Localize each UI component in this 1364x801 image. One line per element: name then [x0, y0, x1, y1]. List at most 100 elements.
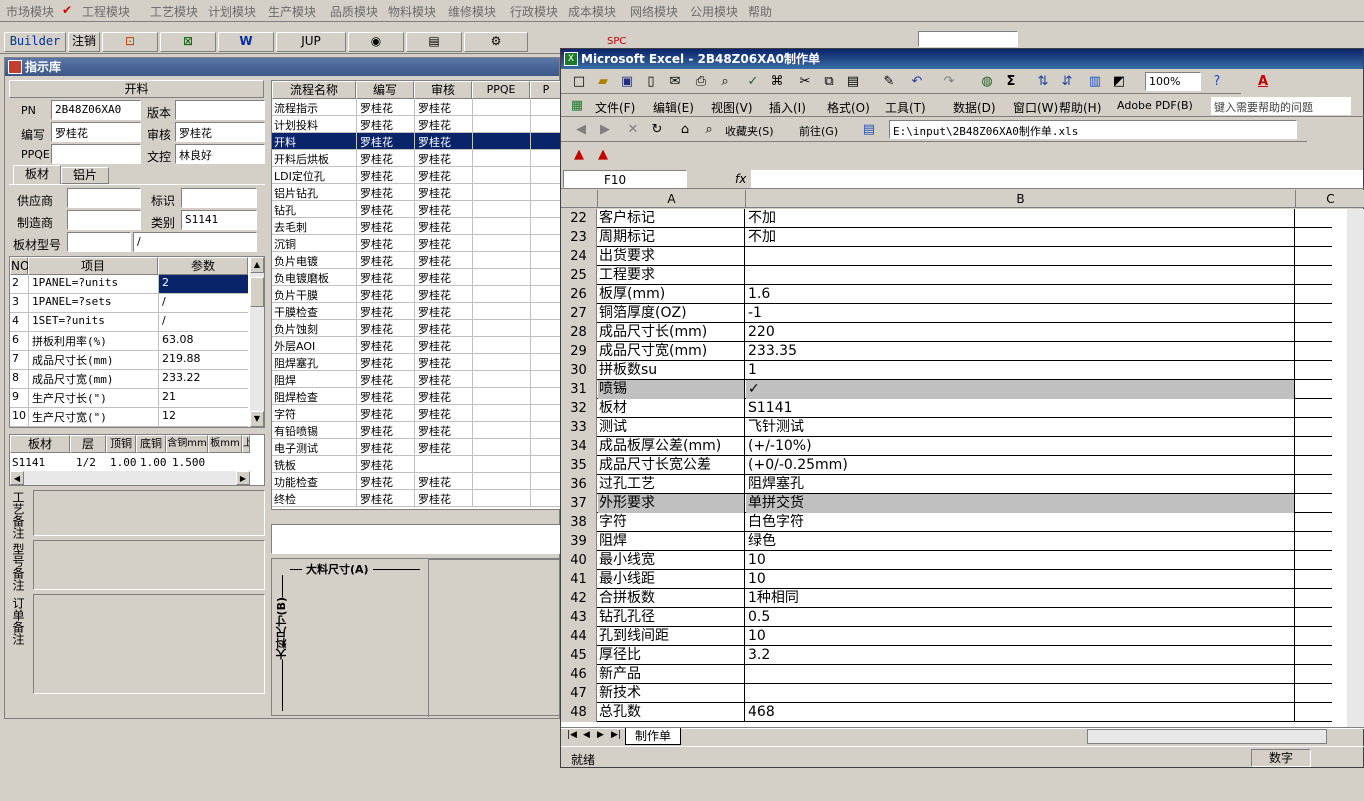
tab-nav-first-icon[interactable]: |◀ — [567, 730, 577, 740]
cell-a[interactable]: 成品尺寸长宽公差 — [598, 456, 745, 475]
excel-menu-item[interactable]: Adobe PDF(B) — [1117, 99, 1193, 112]
excel-menu-item[interactable]: 格式(O) — [827, 99, 870, 116]
mat-cell-cu-mm[interactable]: 1.500 — [172, 456, 205, 469]
top-menu-item[interactable]: 行政模块 — [510, 3, 558, 20]
flow-row[interactable]: 负片蚀刻 罗桂花 罗桂花 — [272, 320, 562, 337]
row-number[interactable]: 33 — [561, 418, 597, 437]
flow-row[interactable]: 铝片钻孔 罗桂花 罗桂花 — [272, 184, 562, 201]
cell-a[interactable]: 测试 — [598, 418, 745, 437]
cell-a[interactable]: 外形要求 — [598, 494, 745, 513]
flow-row[interactable]: 电子测试 罗桂花 罗桂花 — [272, 439, 562, 456]
model-field[interactable] — [67, 232, 131, 252]
cell-b[interactable] — [746, 247, 1295, 266]
sheet-row[interactable]: 40 最小线宽 10 — [561, 551, 1332, 570]
cell-b[interactable]: 飞针测试 — [746, 418, 1295, 437]
excel-menu-item[interactable]: 窗口(W) — [1013, 99, 1058, 116]
top-menu-item[interactable]: 品质模块 — [330, 3, 378, 20]
top-menu-item[interactable]: 计划模块 — [208, 3, 256, 20]
name-box[interactable]: F10 — [563, 170, 687, 188]
flow-row[interactable]: 有铅喷锡 罗桂花 罗桂花 — [272, 422, 562, 439]
top-menu-item[interactable]: 生产模块 — [268, 3, 316, 20]
top-menu-item[interactable]: 网络模块 — [630, 3, 678, 20]
tab-board[interactable]: 板材 — [13, 165, 61, 184]
jup-button[interactable]: JUP — [276, 32, 346, 52]
sheet-row[interactable]: 46 新产品 — [561, 665, 1332, 684]
row-number[interactable]: 47 — [561, 684, 597, 703]
research-icon[interactable]: ⌘ — [769, 74, 785, 90]
address-field[interactable]: E:\input\2B48Z06XA0制作单.xls — [889, 120, 1297, 139]
cell-a[interactable]: 成品板厚公差(mm) — [598, 437, 745, 456]
show-web-toolbar-icon[interactable]: ▤ — [861, 122, 877, 138]
top-menu-item[interactable]: 物料模块 — [388, 3, 436, 20]
pn-field[interactable]: 2B48Z06XA0 — [51, 100, 141, 120]
flow-row[interactable]: 去毛刺 罗桂花 罗桂花 — [272, 218, 562, 235]
row-number[interactable]: 41 — [561, 570, 597, 589]
col-header-c[interactable]: C — [1296, 190, 1364, 208]
row-number[interactable]: 38 — [561, 513, 597, 532]
excel-menu-item[interactable]: 视图(V) — [711, 99, 753, 116]
app-combo[interactable] — [918, 31, 1018, 47]
sheet-row[interactable]: 32 板材 S1141 — [561, 399, 1332, 418]
cell-b[interactable]: 单拼交货 — [746, 494, 1295, 513]
row-number[interactable]: 43 — [561, 608, 597, 627]
database-icon[interactable]: ▤ — [406, 32, 462, 52]
cell-b[interactable]: 10 — [746, 551, 1295, 570]
sheet-row[interactable]: 37 外形要求 单拼交货 — [561, 494, 1332, 513]
flow-row[interactable]: 负片干膜 罗桂花 罗桂花 — [272, 286, 562, 303]
cell-b[interactable] — [746, 684, 1295, 703]
row-number[interactable]: 26 — [561, 285, 597, 304]
reviewer-field[interactable]: 罗桂花 — [175, 122, 265, 142]
font-color-icon[interactable]: A — [1255, 74, 1271, 90]
print-icon[interactable]: ⎙ — [693, 74, 709, 90]
flow-row[interactable]: 外层AOI 罗桂花 罗桂花 — [272, 337, 562, 354]
zoom-select[interactable]: 100% — [1145, 72, 1201, 91]
row-number[interactable]: 27 — [561, 304, 597, 323]
sheet-row[interactable]: 28 成品尺寸长(mm) 220 — [561, 323, 1332, 342]
cell-a[interactable]: 阻焊 — [598, 532, 745, 551]
email-icon[interactable]: ✉ — [667, 74, 683, 90]
cell-a[interactable]: 工程要求 — [598, 266, 745, 285]
open-icon[interactable]: ▰ — [595, 74, 611, 90]
sheet-row[interactable]: 45 厚径比 3.2 — [561, 646, 1332, 665]
row-number[interactable]: 42 — [561, 589, 597, 608]
cell-a[interactable]: 新技术 — [598, 684, 745, 703]
sheet-row[interactable]: 34 成品板厚公差(mm) (+/-10%) — [561, 437, 1332, 456]
paste-icon[interactable]: ▤ — [845, 74, 861, 90]
cell-a[interactable]: 最小线距 — [598, 570, 745, 589]
author-field[interactable]: 罗桂花 — [51, 122, 141, 142]
flow-row[interactable]: 字符 罗桂花 罗桂花 — [272, 405, 562, 422]
top-menu-item[interactable]: 工艺模块 — [150, 3, 198, 20]
sheet-row[interactable]: 26 板厚(mm) 1.6 — [561, 285, 1332, 304]
cell-b[interactable]: ✓ — [746, 380, 1295, 399]
flow-row[interactable]: 开料 罗桂花 罗桂花 — [272, 133, 562, 150]
new-icon[interactable]: □ — [571, 74, 587, 90]
cell-a[interactable]: 板厚(mm) — [598, 285, 745, 304]
scroll-thumb[interactable] — [250, 277, 264, 307]
sheet-row[interactable]: 29 成品尺寸宽(mm) 233.35 — [561, 342, 1332, 361]
pdf-convert-icon[interactable]: ▲ — [571, 147, 587, 163]
tab-nav-next-icon[interactable]: ▶ — [597, 730, 604, 740]
row-number[interactable]: 34 — [561, 437, 597, 456]
scroll-left-icon[interactable]: ◀ — [10, 471, 24, 485]
param-row[interactable]: 10 生产尺寸宽(") 12 — [10, 408, 248, 427]
flow-row[interactable]: 铣板 罗桂花 — [272, 456, 562, 473]
cell-b[interactable]: S1141 — [746, 399, 1295, 418]
cell-a[interactable]: 过孔工艺 — [598, 475, 745, 494]
row-number[interactable]: 37 — [561, 494, 597, 513]
cell-a[interactable]: 字符 — [598, 513, 745, 532]
flow-row[interactable]: 沉铜 罗桂花 罗桂花 — [272, 235, 562, 252]
cell-b[interactable]: 白色字符 — [746, 513, 1295, 532]
cell-b[interactable] — [746, 266, 1295, 285]
cell-a[interactable]: 客户标记 — [598, 209, 745, 228]
sheet-row[interactable]: 44 孔到线间距 10 — [561, 627, 1332, 646]
row-number[interactable]: 46 — [561, 665, 597, 684]
mat-cell-bottom-cu[interactable]: 1.00 — [140, 456, 167, 469]
row-number[interactable]: 44 — [561, 627, 597, 646]
params-scrollbar[interactable]: ▲ ▼ — [250, 257, 264, 427]
cell-a[interactable]: 喷锡 — [598, 380, 745, 399]
excel-menu-item[interactable]: 插入(I) — [769, 99, 806, 116]
param-row[interactable]: 8 成品尺寸宽(mm) 233.22 — [10, 370, 248, 389]
home-icon[interactable]: ⌂ — [677, 122, 693, 138]
flow-row[interactable]: 钻孔 罗桂花 罗桂花 — [272, 201, 562, 218]
stop-icon[interactable]: ✕ — [625, 122, 641, 138]
